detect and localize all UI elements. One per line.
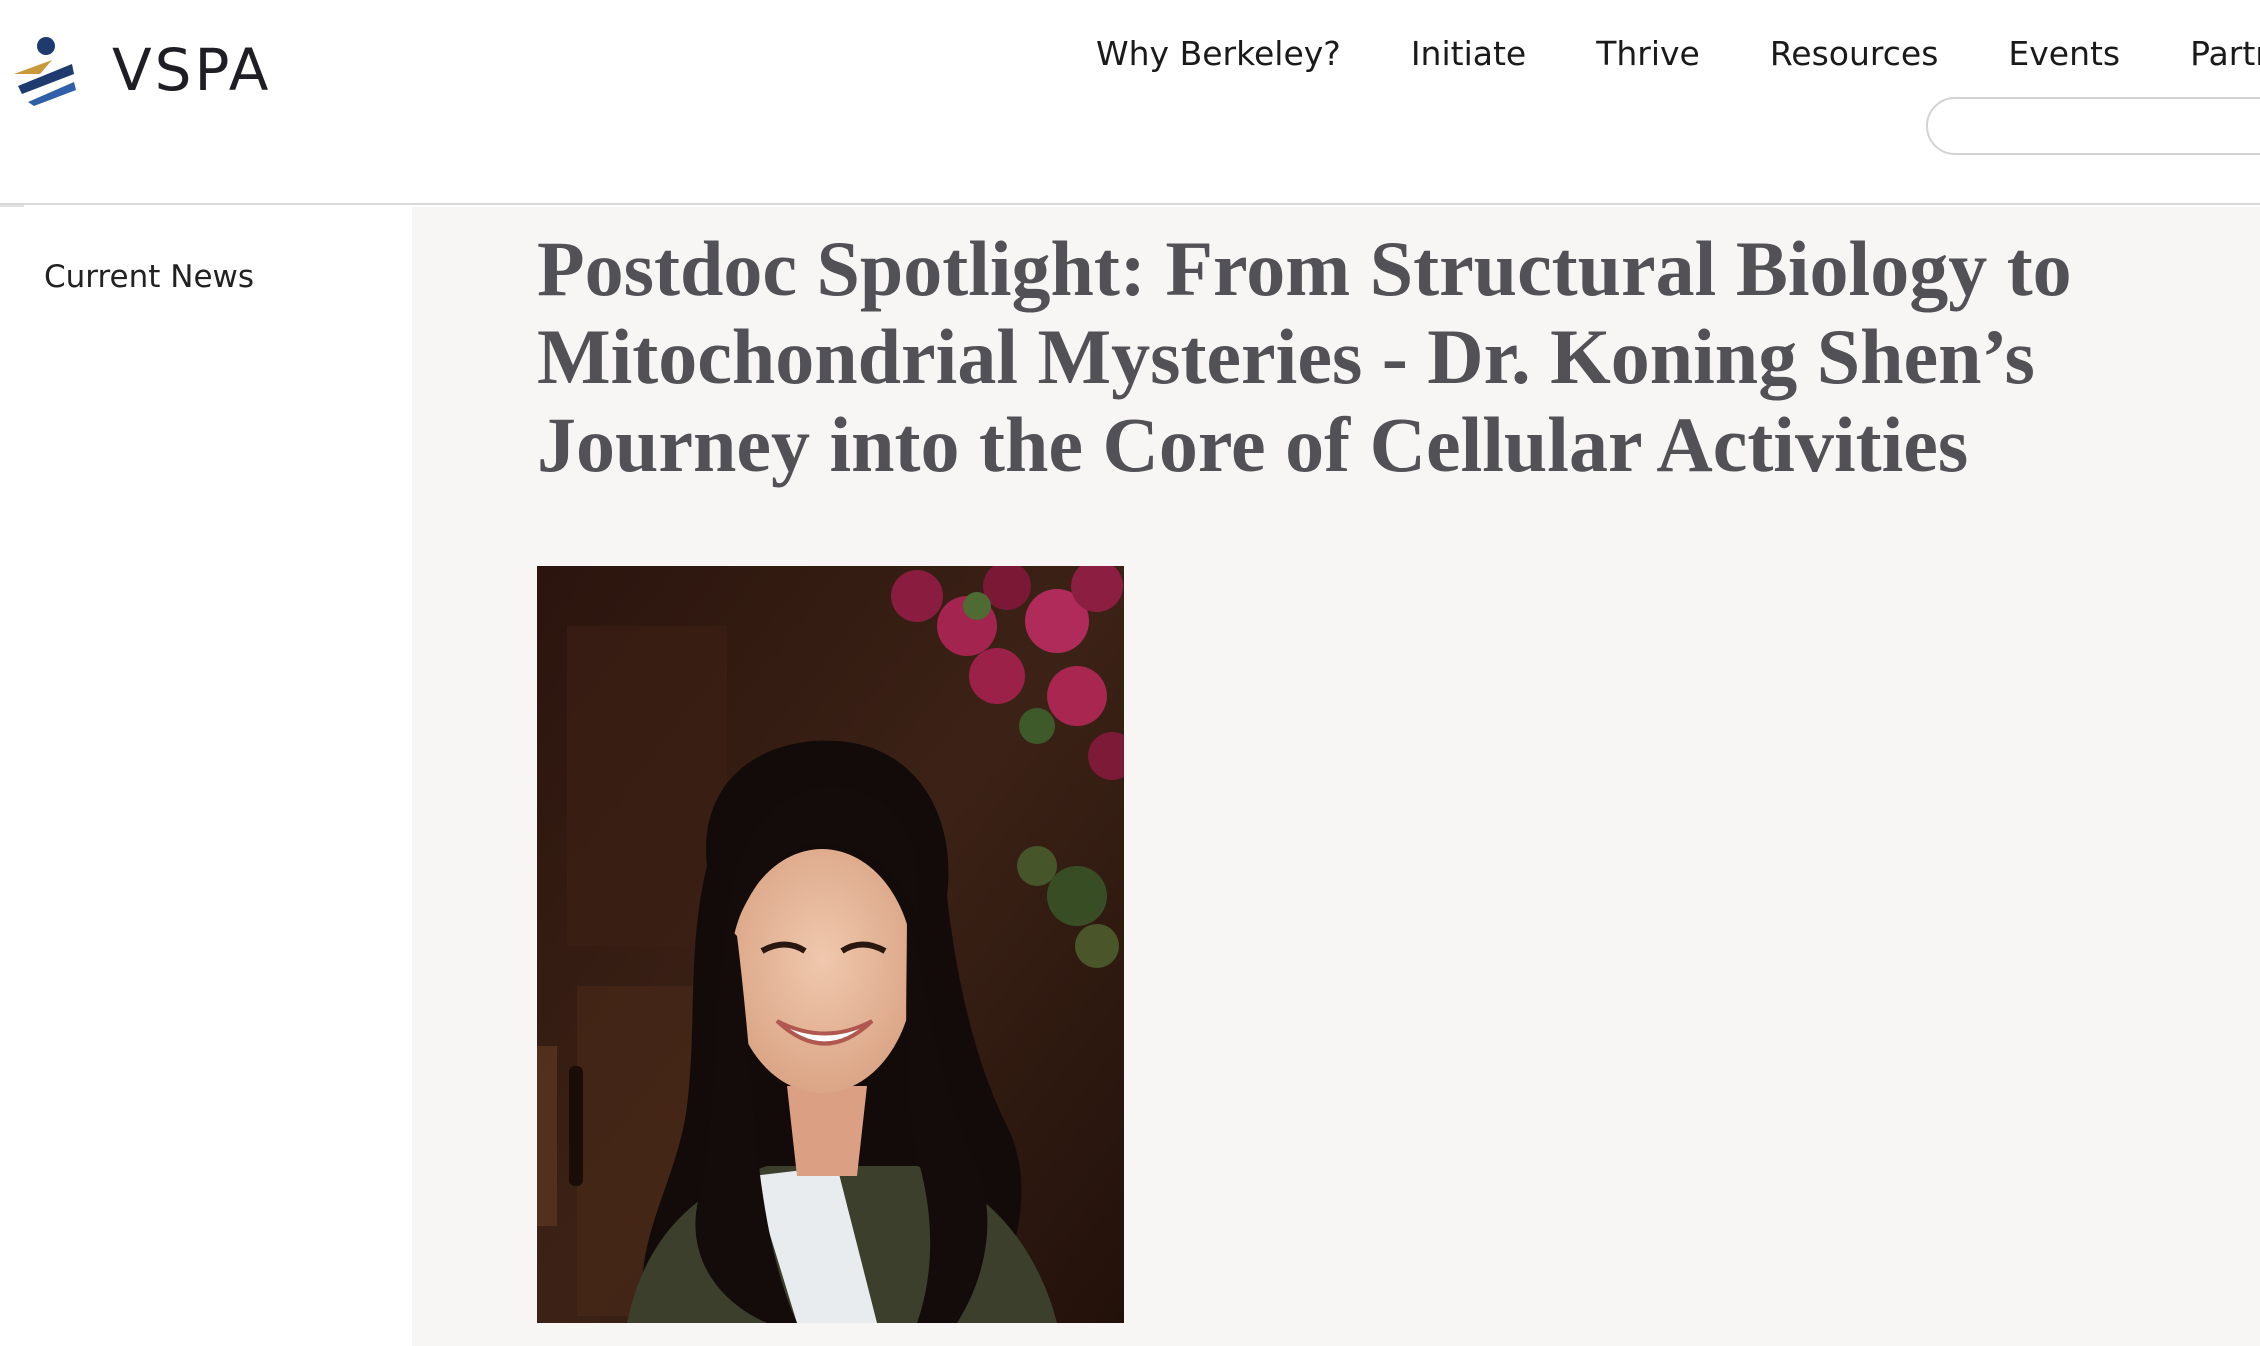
nav-item-events[interactable]: Events bbox=[2008, 34, 2120, 73]
brand-name: VSPA bbox=[112, 36, 272, 104]
portrait-illustration bbox=[537, 566, 1124, 1323]
main-nav: Why Berkeley? Initiate Thrive Resources … bbox=[1096, 34, 2260, 73]
nav-item-resources[interactable]: Resources bbox=[1770, 34, 1939, 73]
site-header: VSPA Why Berkeley? Initiate Thrive Resou… bbox=[0, 0, 2260, 205]
nav-item-why-berkeley[interactable]: Why Berkeley? bbox=[1096, 34, 1341, 73]
sidebar: Current News bbox=[0, 207, 412, 1346]
vspa-logo-icon bbox=[14, 37, 76, 106]
nav-item-thrive[interactable]: Thrive bbox=[1596, 34, 1700, 73]
article-title: Postdoc Spotlight: From Structural Biolo… bbox=[537, 225, 2072, 488]
nav-item-partners[interactable]: Partners bbox=[2190, 34, 2260, 73]
portrait-photo bbox=[537, 566, 1124, 1323]
nav-item-initiate[interactable]: Initiate bbox=[1411, 34, 1526, 73]
sidebar-item-current-news[interactable]: Current News bbox=[44, 259, 254, 295]
site-logo[interactable]: VSPA bbox=[12, 34, 271, 106]
search-input[interactable] bbox=[1926, 97, 2260, 155]
main-content: Postdoc Spotlight: From Structural Biolo… bbox=[412, 207, 2260, 1346]
